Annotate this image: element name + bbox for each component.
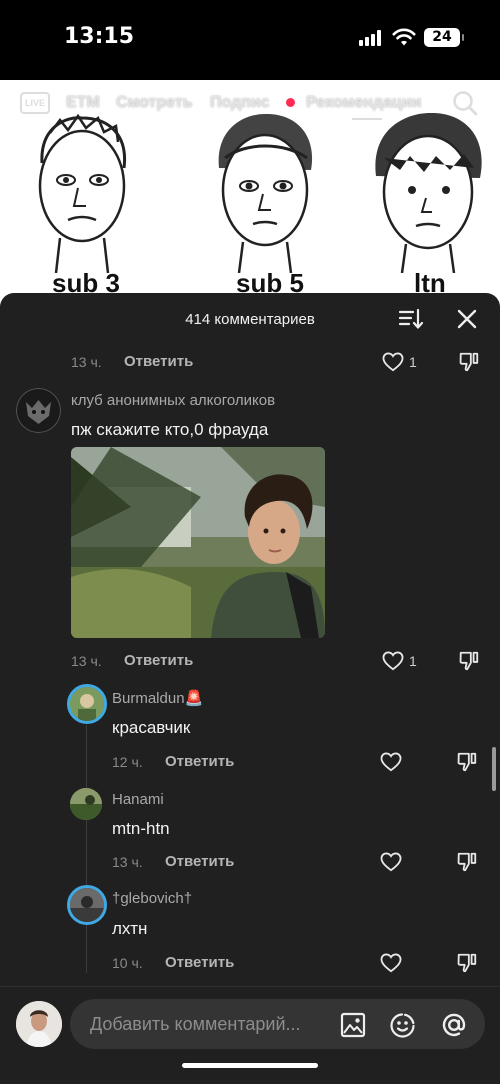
- top-navigation: LIVE ЕТМ Смотреть Подпис Рекомендации: [0, 90, 500, 120]
- reply-username[interactable]: Hanami: [112, 791, 164, 808]
- notification-dot: [286, 98, 295, 107]
- comment-time: 10 ч.: [112, 955, 143, 971]
- reply-username[interactable]: †glebovich†: [112, 890, 192, 907]
- comments-count-title: 414 комментариев: [185, 311, 315, 328]
- comment-meta-row: 12 ч. Ответить: [0, 750, 500, 774]
- avatar[interactable]: [67, 684, 107, 724]
- comment-meta-row: 13 ч. Ответить 1: [0, 649, 500, 673]
- avatar-image: [70, 687, 104, 721]
- at-icon[interactable]: [440, 1011, 468, 1039]
- avatar[interactable]: [67, 885, 107, 925]
- avatar[interactable]: [70, 788, 102, 820]
- avatar-image: [70, 788, 102, 820]
- dislike-icon[interactable]: [458, 650, 480, 672]
- comment-input-bar: [0, 986, 500, 1084]
- my-avatar[interactable]: [16, 1001, 62, 1047]
- heart-icon[interactable]: [380, 852, 402, 872]
- avatar-image: [16, 1001, 62, 1047]
- like-count: 1: [409, 354, 417, 370]
- cellular-signal-icon: [359, 30, 385, 46]
- live-button[interactable]: LIVE: [20, 92, 50, 114]
- status-time: 13:15: [64, 24, 135, 49]
- comment-meta-row: 10 ч. Ответить: [0, 951, 500, 975]
- dislike-icon[interactable]: [458, 351, 480, 373]
- face-drawing-3: [375, 112, 482, 273]
- wifi-icon: [392, 28, 416, 46]
- reply-username[interactable]: Burmaldun🚨: [112, 689, 203, 707]
- tab-watch[interactable]: Смотреть: [116, 94, 193, 112]
- tab-recommendations[interactable]: Рекомендации: [306, 94, 422, 112]
- comment-time: 13 ч.: [71, 354, 102, 370]
- comment-photo[interactable]: [71, 447, 325, 638]
- reply-button[interactable]: Ответить: [124, 353, 193, 370]
- reply-button[interactable]: Ответить: [165, 954, 234, 971]
- heart-icon[interactable]: [380, 953, 402, 973]
- comment-input[interactable]: [70, 999, 485, 1049]
- reply-button[interactable]: Ответить: [165, 753, 234, 770]
- reply-button[interactable]: Ответить: [165, 853, 234, 870]
- selfie-image: [71, 447, 325, 638]
- avatar[interactable]: [16, 388, 61, 433]
- emoji-icon[interactable]: [389, 1011, 417, 1039]
- dislike-icon[interactable]: [456, 952, 478, 974]
- heart-icon[interactable]: [382, 352, 404, 372]
- battery-indicator: 24: [424, 28, 464, 47]
- like-count: 1: [409, 653, 417, 669]
- comment-time: 12 ч.: [112, 754, 143, 770]
- heart-icon[interactable]: [382, 651, 404, 671]
- heart-icon[interactable]: [380, 752, 402, 772]
- home-indicator[interactable]: [182, 1063, 318, 1068]
- sort-icon[interactable]: [398, 307, 424, 331]
- scrollbar[interactable]: [492, 747, 496, 791]
- video-background[interactable]: sub 3 sub 5 ltn LIVE ЕТМ Смотреть Подпис…: [0, 80, 500, 310]
- reply-text: красавчик: [112, 718, 191, 737]
- image-icon[interactable]: [339, 1011, 367, 1039]
- face-drawing-1: [38, 113, 127, 273]
- comments-sheet: 414 комментариев 13 ч. Ответить 1 клуб а…: [0, 293, 500, 1084]
- dislike-icon[interactable]: [456, 751, 478, 773]
- comment-time: 13 ч.: [112, 854, 143, 870]
- reply-text: лхтн: [112, 919, 148, 938]
- wolf-avatar-icon: [16, 388, 61, 433]
- comment-time: 13 ч.: [71, 653, 102, 669]
- comment-username[interactable]: клуб анонимных алкоголиков: [71, 392, 275, 409]
- active-tab-indicator: [352, 118, 382, 120]
- tab-following[interactable]: Подпис: [210, 94, 270, 112]
- close-icon[interactable]: [455, 307, 479, 331]
- comment-text: пж скажите кто,0 фрауда: [71, 420, 269, 439]
- face-drawing-2: [218, 113, 313, 273]
- reply-button[interactable]: Ответить: [124, 652, 193, 669]
- reply-text: mtn-htn: [112, 819, 170, 838]
- comment-meta-row: 13 ч. Ответить: [0, 850, 500, 874]
- tab-etm[interactable]: ЕТМ: [66, 94, 100, 112]
- comment-meta-row: 13 ч. Ответить 1: [0, 350, 500, 374]
- search-icon[interactable]: [452, 90, 478, 116]
- comments-header: 414 комментариев: [0, 293, 500, 345]
- status-bar: 13:15 24: [0, 0, 500, 80]
- avatar-image: [70, 888, 104, 922]
- dislike-icon[interactable]: [456, 851, 478, 873]
